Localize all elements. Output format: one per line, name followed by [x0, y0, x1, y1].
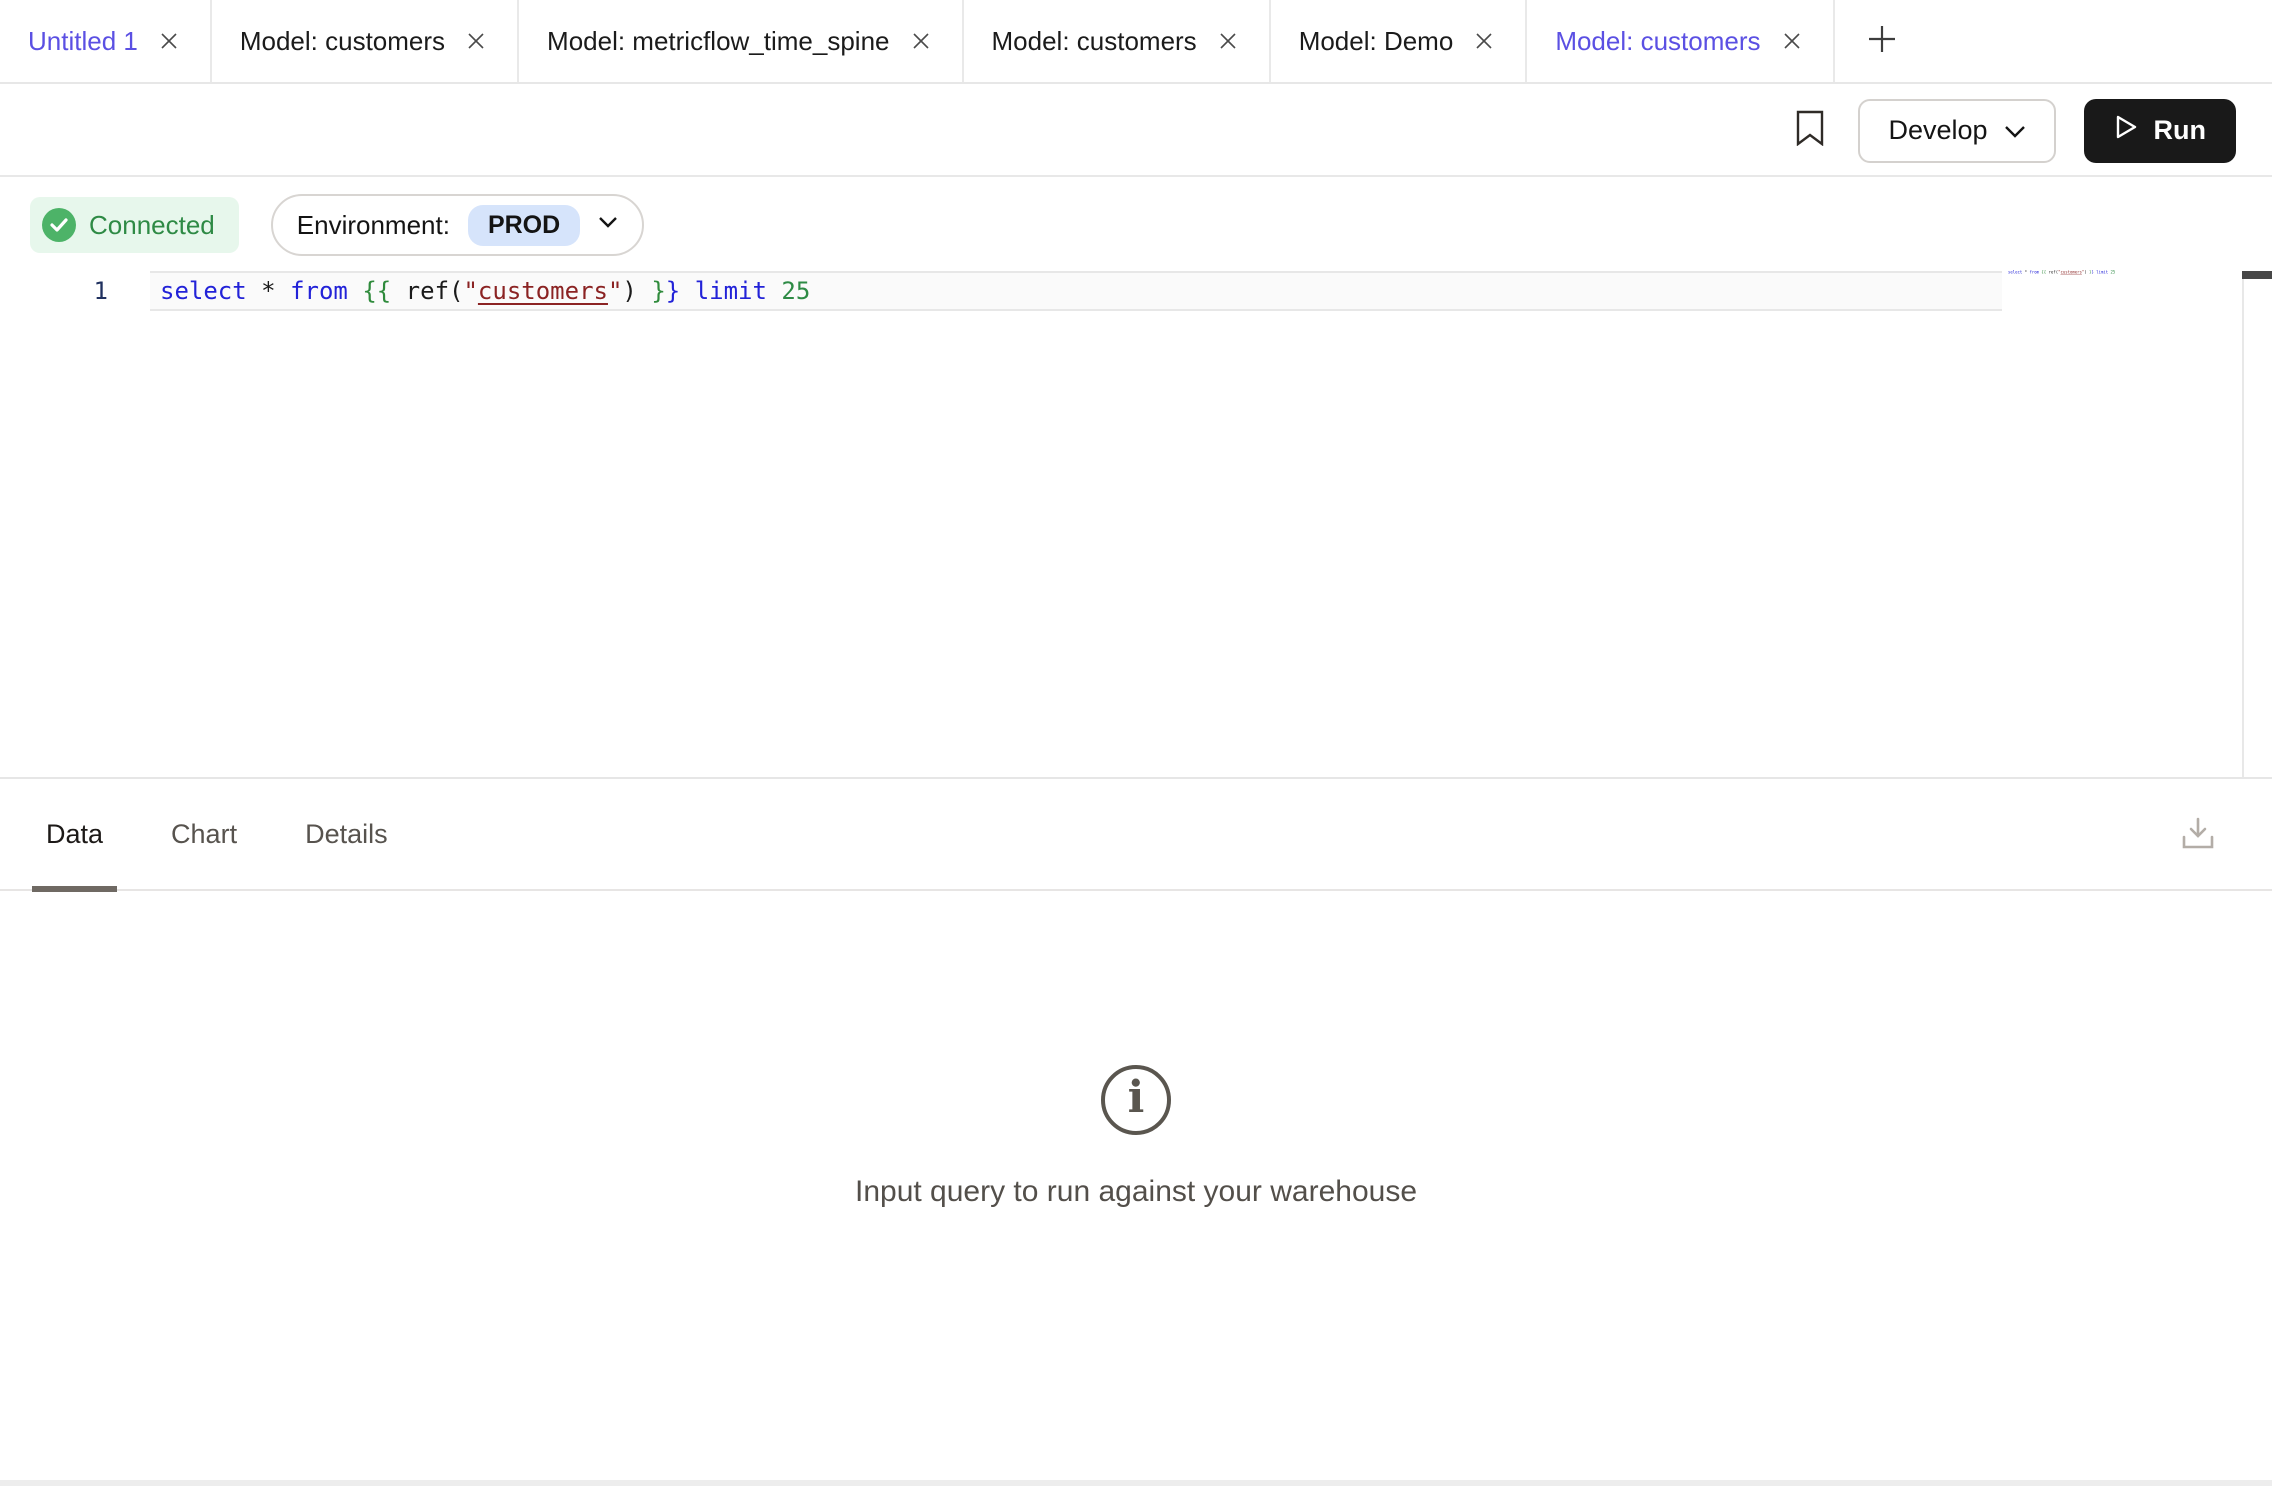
- status-row: Connected Environment: PROD: [30, 194, 644, 256]
- code-token: [680, 277, 694, 305]
- connection-status-label: Connected: [89, 210, 215, 241]
- tab-model-customers-1[interactable]: Model: customers: [212, 0, 519, 82]
- tab-model-customers-3[interactable]: Model: customers: [1527, 0, 1834, 82]
- tab-label: Model: Demo: [1299, 26, 1454, 57]
- bookmark-button[interactable]: [1790, 111, 1830, 151]
- tab-label: Model: metricflow_time_spine: [547, 26, 889, 57]
- close-icon[interactable]: [463, 28, 489, 54]
- close-icon[interactable]: [156, 28, 182, 54]
- results-panel-tab-bar: Data Chart Details: [0, 779, 2272, 891]
- play-icon: [2114, 114, 2138, 147]
- tab-model-customers-2[interactable]: Model: customers: [964, 0, 1271, 82]
- close-icon[interactable]: [1471, 28, 1497, 54]
- editor-minimap[interactable]: select * from {{ ref("customers") }} lim…: [2008, 270, 2128, 284]
- results-empty-state: i Input query to run against your wareho…: [0, 893, 2272, 1480]
- code-line: select * from {{ ref("customers") }} lim…: [160, 277, 810, 305]
- info-icon-glyph: i: [1128, 1076, 1145, 1120]
- code-token: limit: [695, 277, 767, 305]
- code-token: select: [160, 277, 247, 305]
- tab-details[interactable]: Details: [291, 778, 402, 890]
- new-tab-button[interactable]: [1835, 0, 1929, 82]
- tab-label: Model: customers: [1555, 26, 1760, 57]
- empty-state-message: Input query to run against your warehous…: [855, 1175, 1417, 1209]
- close-icon[interactable]: [1779, 28, 1805, 54]
- environment-selector[interactable]: Environment: PROD: [271, 194, 644, 256]
- environment-label: Environment:: [297, 210, 450, 241]
- line-number: 1: [0, 271, 150, 311]
- download-icon: [2178, 813, 2218, 858]
- tab-untitled-1[interactable]: Untitled 1: [0, 0, 212, 82]
- code-token: *: [247, 277, 290, 305]
- sql-editor[interactable]: 1 select * from {{ ref("customers") }} l…: [0, 271, 2002, 311]
- chevron-down-icon: [598, 216, 618, 234]
- active-tab-underline: [32, 886, 117, 892]
- code-token: }: [666, 277, 680, 305]
- tab-data[interactable]: Data: [32, 778, 117, 890]
- check-circle-icon: [42, 208, 76, 242]
- bookmark-icon: [1794, 110, 1826, 151]
- tab-chart-label: Chart: [171, 819, 237, 850]
- ide-window: Untitled 1 Model: customers Model: metri…: [0, 0, 2272, 1486]
- code-token: ": [608, 277, 622, 305]
- minimap-code-line: select * from {{ ref("customers") }} lim…: [2008, 270, 2115, 275]
- code-token: [767, 277, 781, 305]
- develop-dropdown-button[interactable]: Develop: [1858, 99, 2055, 163]
- download-results-button[interactable]: [2174, 806, 2222, 864]
- plus-icon: [1865, 22, 1899, 61]
- close-icon[interactable]: [908, 28, 934, 54]
- code-token: ref(: [391, 277, 463, 305]
- connection-status-badge: Connected: [30, 197, 239, 253]
- run-button[interactable]: Run: [2084, 99, 2236, 163]
- code-token: }: [651, 277, 665, 305]
- code-token: ): [622, 277, 651, 305]
- close-icon[interactable]: [1215, 28, 1241, 54]
- environment-value-badge: PROD: [468, 205, 580, 246]
- info-icon: i: [1101, 1065, 1171, 1135]
- tab-label: Model: customers: [992, 26, 1197, 57]
- code-token-ref-link[interactable]: customers: [478, 277, 608, 305]
- code-token: [348, 277, 362, 305]
- chevron-down-icon: [2004, 115, 2026, 146]
- tab-label: Model: customers: [240, 26, 445, 57]
- code-token: {{: [362, 277, 391, 305]
- code-token: from: [290, 277, 348, 305]
- tab-details-label: Details: [305, 819, 388, 850]
- tab-model-demo[interactable]: Model: Demo: [1271, 0, 1528, 82]
- run-label: Run: [2154, 115, 2206, 146]
- tab-data-label: Data: [46, 819, 103, 850]
- tab-chart[interactable]: Chart: [157, 778, 251, 890]
- code-token: 25: [781, 277, 810, 305]
- tab-model-metricflow-time-spine[interactable]: Model: metricflow_time_spine: [519, 0, 963, 82]
- code-token: ": [463, 277, 477, 305]
- develop-label: Develop: [1888, 115, 1987, 146]
- editor-active-line[interactable]: select * from {{ ref("customers") }} lim…: [150, 271, 2002, 311]
- editor-scrollbar-thumb[interactable]: [2242, 271, 2272, 279]
- bottom-border-strip: [0, 1480, 2272, 1486]
- editor-scrollbar-track: [2242, 279, 2244, 777]
- tab-label: Untitled 1: [28, 26, 138, 57]
- top-toolbar: Develop Run: [0, 86, 2272, 177]
- editor-tab-bar: Untitled 1 Model: customers Model: metri…: [0, 0, 2272, 84]
